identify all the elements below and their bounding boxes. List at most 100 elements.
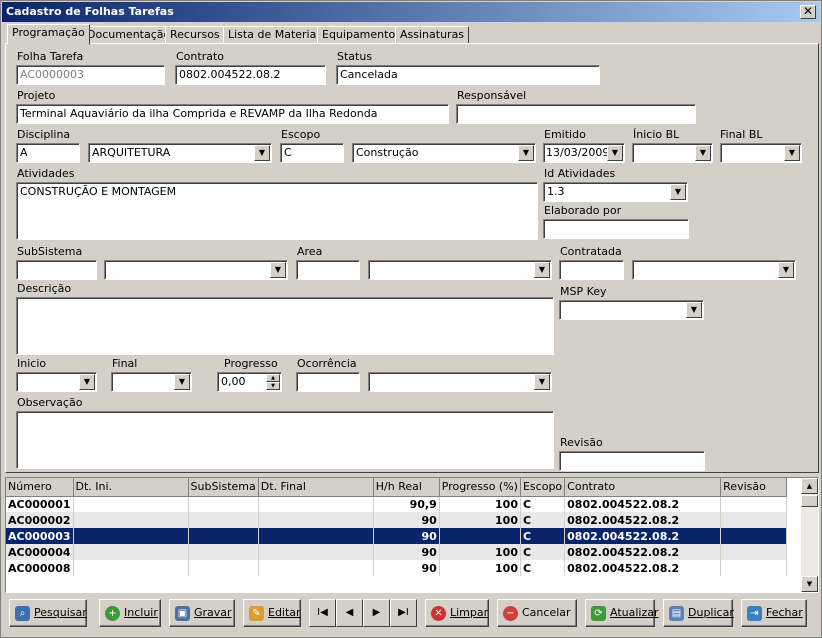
close-icon[interactable]: ✕ [800,5,816,19]
next-record-button[interactable]: ▶ [363,599,390,627]
status-field[interactable]: Cancelada [336,65,600,85]
col-contrato[interactable]: Contrato [564,478,722,497]
escopo-select[interactable]: Construção ▼ [352,143,536,163]
responsavel-field[interactable] [456,104,696,124]
progresso-spinner[interactable]: 0,00 ▲ ▼ [217,372,282,392]
subsistema-code-field[interactable] [16,260,97,280]
chevron-down-icon[interactable]: ▼ [534,262,550,278]
subsistema-label: SubSistema [17,245,83,258]
tab-documentacao[interactable]: Documentação [82,26,176,44]
chevron-down-icon[interactable]: ▼ [778,262,794,278]
chevron-down-icon[interactable]: ▼ [79,374,95,390]
atualizar-button[interactable]: ⟳ Atualizar [585,599,659,627]
tab-assinaturas[interactable]: Assinaturas [395,26,470,44]
escopo-code-field[interactable]: C [280,143,344,163]
chevron-down-icon[interactable]: ▼ [518,145,534,161]
fechar-button[interactable]: ⇥ Fechar [741,599,807,627]
table-cell [720,496,788,512]
chevron-down-icon[interactable]: ▼ [534,374,550,390]
final-date-picker[interactable]: ▼ [111,372,192,392]
chevron-down-icon[interactable]: ▼ [686,302,702,318]
last-record-button[interactable]: ▶I [390,599,417,627]
emitido-date-picker[interactable]: 13/03/2009 ▼ [543,143,625,163]
col-numero[interactable]: Número [6,478,74,497]
final-bl-date-picker[interactable]: ▼ [720,143,802,163]
table-row[interactable]: AC000003 90 C 0802.004522.08.2 [6,528,788,544]
chevron-down-icon[interactable]: ▼ [695,145,711,161]
limpar-button[interactable]: ✕ Limpar [425,599,489,627]
scroll-down-icon[interactable]: ▼ [801,576,818,592]
pesquisar-label: Pesquisar [34,606,87,619]
tab-equipamentos[interactable]: Equipamentos [317,26,406,44]
chevron-down-icon[interactable]: ▼ [784,145,800,161]
ocorrencia-select[interactable]: ▼ [368,372,552,392]
table-row[interactable]: AC000002 90 100 C 0802.004522.08.2 [6,512,788,528]
pesquisar-button[interactable]: ⌕ Pesquisar [9,599,87,627]
area-select[interactable]: ▼ [368,260,552,280]
inicio-date-picker[interactable]: ▼ [16,372,97,392]
revisao-field[interactable] [559,451,705,471]
atualizar-label: Atualizar [610,606,659,619]
table-cell: C [520,496,566,512]
tab-lista-materiais[interactable]: Lista de Materiais [223,26,331,44]
contrato-field[interactable]: 0802.004522.08.2 [175,65,326,85]
revisao-label: Revisão [560,436,603,449]
incluir-button[interactable]: + Incluir [99,599,161,627]
area-code-field[interactable] [296,260,360,280]
msp-key-select[interactable]: ▼ [559,300,704,320]
chevron-down-icon[interactable]: ▼ [670,184,686,200]
scroll-thumb[interactable] [801,495,818,507]
disciplina-select-value: ARQUITETURA [92,146,171,159]
table-cell [720,512,788,528]
chevron-down-icon[interactable]: ▼ [254,145,270,161]
gravar-button[interactable]: ▣ Gravar [169,599,235,627]
contratada-code-field[interactable] [559,260,624,280]
col-revisao[interactable]: Revisão [720,478,788,497]
table-row[interactable]: AC000004 90 100 C 0802.004522.08.2 [6,544,788,560]
cancelar-button[interactable]: − Cancelar [497,599,577,627]
spin-down-icon[interactable]: ▼ [266,382,280,390]
elaborado-por-field[interactable] [543,219,689,239]
folha-tarefa-field[interactable]: AC0000003 [16,65,165,85]
col-subsistema[interactable]: SubSistema [188,478,259,497]
chevron-down-icon[interactable]: ▼ [607,145,623,161]
prev-record-button[interactable]: ◀ [336,599,363,627]
atividades-textarea[interactable]: CONSTRUÇÃO E MONTAGEM [16,182,538,240]
ocorrencia-code-field[interactable] [296,372,360,392]
subsistema-select[interactable]: ▼ [104,260,288,280]
projeto-field[interactable]: Terminal Aquaviário da ilha Comprida e R… [16,104,449,124]
contratada-select[interactable]: ▼ [632,260,796,280]
disciplina-code-field[interactable]: A [16,143,80,163]
edit-icon: ✎ [249,606,264,621]
col-hh-real[interactable]: H/h Real [373,478,440,497]
observacao-textarea[interactable] [16,411,554,469]
spin-up-icon[interactable]: ▲ [266,374,280,382]
col-escopo[interactable]: Escopo [520,478,566,497]
editar-button[interactable]: ✎ Editar [243,599,301,627]
col-progresso[interactable]: Progresso (%) [439,478,521,497]
first-record-button[interactable]: I◀ [309,599,336,627]
fechar-label: Fechar [766,606,803,619]
tab-programacao[interactable]: Programação [7,24,90,45]
col-dt-ini[interactable]: Dt. Ini. [73,478,189,497]
disciplina-select[interactable]: ARQUITETURA ▼ [88,143,272,163]
tab-recursos[interactable]: Recursos [165,26,225,44]
chevron-down-icon[interactable]: ▼ [270,262,286,278]
inicio-bl-date-picker[interactable]: ▼ [632,143,713,163]
table-cell: 100 [439,512,521,528]
limpar-label: Limpar [450,606,489,619]
table-cell: 90,9 [373,496,440,512]
grid-scrollbar[interactable]: ▲ ▼ [801,478,818,592]
records-grid[interactable]: Número Dt. Ini. SubSistema Dt. Final H/h… [5,477,819,593]
duplicar-button[interactable]: ▤ Duplicar [663,599,734,627]
table-cell: AC000002 [6,512,74,528]
chevron-down-icon[interactable]: ▼ [174,374,190,390]
col-dt-final[interactable]: Dt. Final [258,478,374,497]
table-row[interactable]: AC000001 90,9 100 C 0802.004522.08.2 [6,496,788,512]
descricao-textarea[interactable] [16,297,554,355]
disciplina-label: Disciplina [17,128,71,141]
table-cell [73,512,189,528]
scroll-up-icon[interactable]: ▲ [801,478,818,494]
id-atividades-select[interactable]: 1.3 ▼ [543,182,688,202]
table-row[interactable]: AC000008 90 100 C 0802.004522.08.2 [6,560,788,576]
